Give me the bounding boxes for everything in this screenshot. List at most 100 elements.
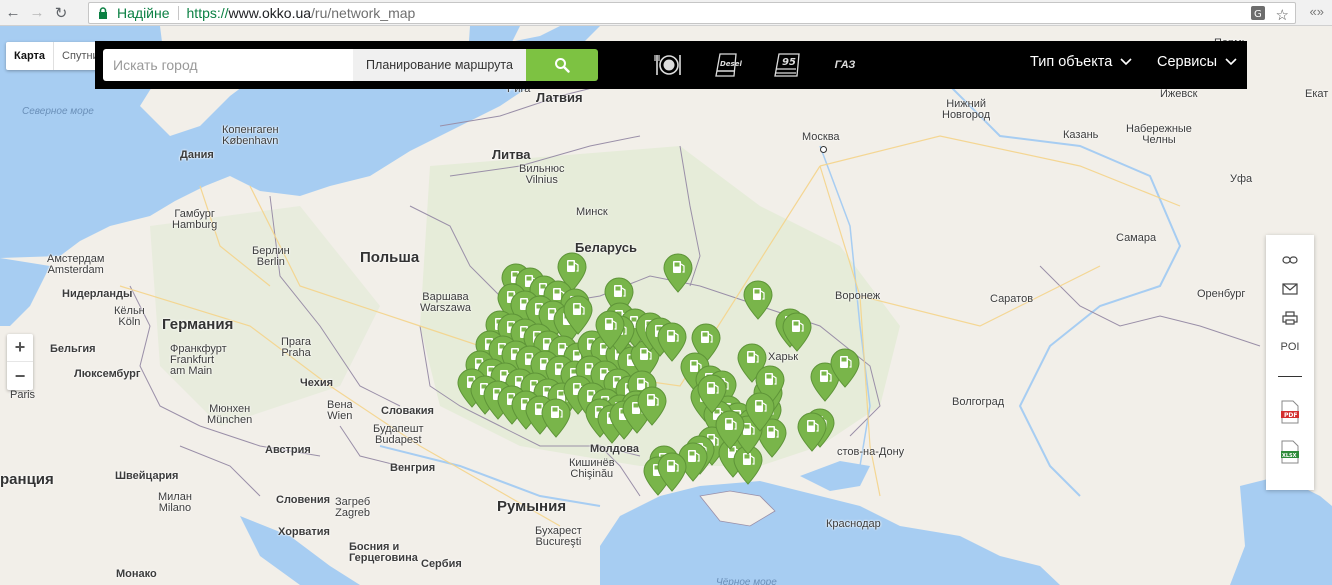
country-label: Венгрия	[390, 462, 436, 474]
city-label: Москва	[802, 131, 840, 143]
bookmark-star-icon[interactable]: ☆	[1276, 6, 1289, 24]
country-label: Словакия	[381, 405, 434, 417]
country-label: Чехия	[300, 377, 333, 389]
city-label: Саратов	[990, 293, 1034, 305]
zoom-out-button[interactable]: −	[7, 362, 33, 390]
city-label: Минск	[576, 206, 608, 218]
station-pin-icon[interactable]	[829, 348, 861, 388]
link-icon[interactable]	[1266, 255, 1314, 265]
route-planning-button[interactable]: Планирование маршрута	[353, 49, 526, 81]
city-label: Paris	[10, 389, 36, 401]
gas-icon[interactable]: ГАЗ	[829, 50, 861, 80]
city-label: Берлин Berlin	[252, 245, 290, 268]
country-label: Австрия	[265, 444, 311, 456]
fuel-95-icon[interactable]: 95	[771, 50, 803, 80]
zoom-control: + −	[7, 334, 33, 390]
city-label: Кишинёв Chişinău	[569, 457, 615, 480]
country-label: Нидерланды	[62, 288, 133, 300]
country-label: Босния и Герцеговина	[349, 541, 418, 564]
city-label: Варшава Warszawa	[420, 291, 471, 314]
secure-label: Надійне	[117, 5, 170, 21]
chevron-down-icon	[1225, 58, 1237, 66]
sea-label: Чёрное море	[716, 577, 777, 585]
city-label: Амстердам Amsterdam	[47, 253, 105, 276]
back-icon[interactable]: ←	[2, 2, 24, 24]
city-label: Будапешт Budapest	[373, 423, 424, 446]
country-label: ранция	[0, 471, 54, 488]
city-label: Набережные Челны	[1126, 123, 1192, 146]
city-label: Воронеж	[835, 290, 881, 302]
city-label: Екат	[1305, 88, 1329, 100]
city-label: Краснодар	[826, 518, 881, 530]
station-pin-icon[interactable]	[562, 295, 594, 335]
print-icon[interactable]	[1266, 311, 1314, 325]
object-type-dropdown[interactable]: Тип объекта	[1030, 54, 1132, 70]
lock-icon	[97, 7, 109, 19]
restaurant-icon[interactable]	[652, 50, 684, 80]
forward-icon[interactable]: →	[26, 2, 48, 24]
separator	[177, 6, 179, 20]
city-search-input[interactable]: Искать город	[103, 49, 353, 81]
station-pin-icon[interactable]	[636, 386, 668, 426]
city-label: Копенгаген København	[222, 124, 279, 147]
services-dropdown[interactable]: Сервисы	[1157, 54, 1237, 70]
station-pin-icon[interactable]	[656, 452, 688, 492]
city-label: Ижевск	[1160, 88, 1198, 100]
map-canvas[interactable]: Северное море Чёрное море Латвия Литва Б…	[0, 26, 1332, 585]
station-pin-icon[interactable]	[540, 398, 572, 438]
station-pin-icon[interactable]	[742, 280, 774, 320]
country-label: Бельгия	[50, 343, 96, 355]
xlsx-text: XLSX	[1282, 453, 1297, 459]
zoom-in-button[interactable]: +	[7, 334, 33, 362]
fuel-95-text: 95	[782, 57, 796, 68]
reload-icon[interactable]: ↻	[50, 2, 72, 24]
poi-button[interactable]: POI	[1266, 341, 1314, 353]
country-label: Словения	[276, 494, 331, 506]
pdf-text: PDF	[1284, 412, 1297, 419]
city-label: Вена Wien	[327, 399, 353, 422]
city-label: Уфа	[1230, 173, 1253, 185]
diesel-text: Desel	[720, 60, 742, 68]
city-label: Нижний Новгород	[942, 98, 991, 121]
search-icon	[555, 58, 570, 73]
station-pin-icon[interactable]	[594, 310, 626, 350]
country-label: Дания	[180, 149, 214, 161]
xlsx-export-icon[interactable]: XLSX	[1266, 440, 1314, 464]
city-label: Самара	[1116, 232, 1157, 244]
sea-label: Северное море	[22, 106, 94, 117]
url-host: www.okko.ua	[228, 5, 312, 21]
city-label: Вильнюс Vilnius	[519, 163, 565, 186]
map-type-control: Карта Спутни	[6, 42, 107, 70]
city-label: Оренбург	[1197, 288, 1246, 300]
diesel-icon[interactable]: Desel	[712, 50, 744, 80]
search-button[interactable]	[526, 49, 598, 81]
city-label: Волгоград	[952, 396, 1005, 408]
object-type-label: Тип объекта	[1030, 54, 1113, 70]
address-bar[interactable]: Надійне https://www.okko.ua/ru/network_m…	[88, 2, 1296, 24]
services-label: Сервисы	[1157, 54, 1218, 70]
station-pin-icon[interactable]	[781, 312, 813, 352]
city-label: Милан Milano	[158, 491, 192, 514]
country-label: Люксембург	[74, 368, 141, 380]
station-pin-icon[interactable]	[662, 253, 694, 293]
divider	[1278, 376, 1302, 377]
country-label: Литва	[492, 147, 531, 162]
station-pin-icon[interactable]	[796, 412, 828, 452]
browser-chrome: ← → ↻ Надійне https://www.okko.ua/ru/net…	[0, 0, 1332, 26]
city-label: Харьк	[768, 351, 799, 363]
pdf-export-icon[interactable]: PDF	[1266, 400, 1314, 424]
translate-icon[interactable]: G	[1250, 5, 1266, 24]
mail-icon[interactable]	[1266, 283, 1314, 295]
country-label: Латвия	[536, 90, 583, 105]
country-label: Румыния	[497, 498, 567, 515]
station-pin-icon[interactable]	[696, 374, 728, 414]
map-toolbar: Искать город Планирование маршрута Desel…	[95, 41, 1247, 89]
city-dot	[820, 146, 827, 153]
map-type-map-button[interactable]: Карта	[6, 42, 55, 70]
city-label: Франкфурт Frankfurt am Main	[170, 343, 227, 377]
extension-icon[interactable]: «»	[1310, 4, 1324, 19]
city-label: стов-на-Дону	[837, 446, 905, 458]
station-pin-icon[interactable]	[744, 392, 776, 432]
station-pin-icon[interactable]	[714, 410, 746, 450]
country-label: Германия	[162, 316, 234, 333]
